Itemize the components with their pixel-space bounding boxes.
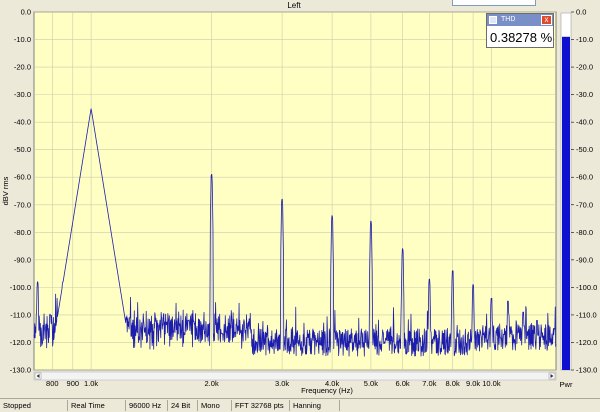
x-tick-label: 2.0k [205, 379, 219, 388]
x-tick-label: 3.0k [275, 379, 289, 388]
plot-background [33, 11, 557, 371]
x-tick-label: 6.0k [396, 379, 410, 388]
y-tick-label: -70.0 [14, 200, 31, 209]
y-tick-label: -40.0 [14, 118, 31, 127]
thd-value: 0.38278 % [490, 30, 553, 45]
y-tick-label: -80.0 [14, 228, 31, 237]
y-tick-label: -100.0 [10, 283, 31, 292]
x-tick-label: 1.0k [84, 379, 98, 388]
status-window-fn: Hanning [290, 400, 340, 411]
thd-titlebar[interactable]: THD x [487, 14, 553, 26]
y-tick-label: -120.0 [10, 338, 31, 347]
power-tick-label: -50.0 [576, 145, 593, 154]
y-tick-label: -60.0 [14, 173, 31, 182]
x-tick-label: 800 [46, 379, 59, 388]
status-bit-depth: 24 Bit [168, 400, 198, 411]
spectrum-chart: Left 0.0 -10.0 -20.0 -30.0 -40.0 -50.0 -60.0 -7… [1, 1, 597, 395]
status-mode: Real Time [68, 400, 126, 411]
status-state: Stopped [0, 400, 68, 411]
close-icon[interactable]: x [541, 15, 552, 25]
y-tick-label: -110.0 [10, 310, 31, 319]
y-tick-label: 0.0 [21, 8, 31, 17]
y-axis-ticks: 0.0 -10.0 -20.0 -30.0 -40.0 -50.0 -60.0 -70.0 -8… [10, 8, 31, 375]
x-axis-ticks: 800 900 1.0k 2.0k 3.0k 4.0k 5.0k 6.0k 7.0k 8.0k 9.… [46, 379, 501, 388]
power-tick-label: -120.0 [576, 338, 597, 347]
y-tick-label: -130.0 [10, 366, 31, 375]
x-scrollbar[interactable] [33, 371, 557, 381]
power-tick-label: 0.0 [576, 8, 586, 17]
power-tick-label: -10.0 [576, 35, 593, 44]
chart-title: Left [287, 1, 301, 10]
power-tick-label: -40.0 [576, 118, 593, 127]
spectrum-analyzer-window: Left 0.0 -10.0 -20.0 -30.0 -40.0 -50.0 -60.0 -7… [0, 0, 600, 412]
status-spare [340, 400, 600, 411]
x-tick-label: 9.0k [466, 379, 480, 388]
power-tick-label: -110.0 [576, 310, 597, 319]
x-axis-label: Frequency (Hz) [301, 386, 353, 395]
status-bar: Stopped Real Time 96000 Hz 24 Bit Mono F… [0, 398, 600, 412]
power-tick-label: -60.0 [576, 173, 593, 182]
x-tick-label: 7.0k [422, 379, 436, 388]
x-tick-label: 5.0k [364, 379, 378, 388]
y-tick-label: -30.0 [14, 90, 31, 99]
status-sample-rate: 96000 Hz [126, 400, 168, 411]
power-tick-label: -30.0 [576, 90, 593, 99]
power-meter-bar [562, 36, 570, 371]
power-tick-label: -100.0 [576, 283, 597, 292]
power-tick-label: -20.0 [576, 63, 593, 72]
power-meter-ticks: 0.0 -10.0 -20.0 -30.0 -40.0 -50.0 -60.0 -70.0 -8… [571, 8, 597, 375]
x-tick-label: 8.0k [446, 379, 460, 388]
power-meter-label: Pwr [560, 380, 573, 389]
status-channels: Mono [198, 400, 232, 411]
y-axis-label: dBV rms [1, 176, 10, 205]
thd-title: THD [501, 16, 516, 23]
y-tick-label: -20.0 [14, 63, 31, 72]
y-tick-label: -10.0 [14, 35, 31, 44]
window-menu-icon[interactable] [489, 16, 497, 24]
thd-panel[interactable]: THD x 0.38278 % [486, 13, 554, 48]
status-fft: FFT 32768 pts [232, 400, 290, 411]
x-tick-label: 10.0k [482, 379, 501, 388]
x-tick-label: 900 [67, 379, 80, 388]
y-tick-label: -50.0 [14, 145, 31, 154]
power-tick-label: -130.0 [576, 366, 597, 375]
power-tick-label: -90.0 [576, 255, 593, 264]
power-tick-label: -70.0 [576, 200, 593, 209]
y-tick-label: -90.0 [14, 255, 31, 264]
power-tick-label: -80.0 [576, 228, 593, 237]
